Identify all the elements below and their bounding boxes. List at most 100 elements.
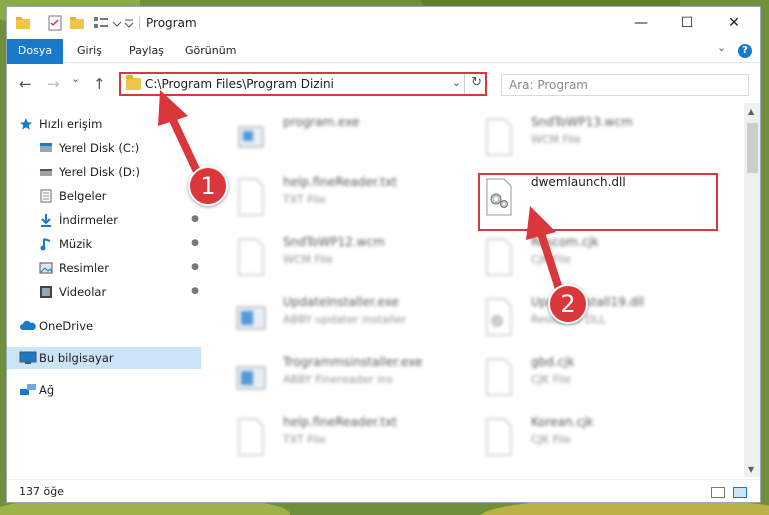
address-divider [464,74,465,94]
file-name: gbd.cjk [531,355,575,369]
sidebar-item-pictures[interactable]: Resimler ● [7,257,201,279]
pin-icon[interactable]: ● [191,238,199,248]
scroll-down-icon[interactable]: ▼ [748,465,754,474]
title-bar: Program — ☐ ✕ [7,7,760,39]
tab-home[interactable]: Giriş [67,39,112,63]
help-icon[interactable]: ? [738,44,752,58]
pin-icon[interactable]: ● [191,214,199,224]
sidebar-item-label: Bu bilgisayar [39,351,114,365]
file-item[interactable]: Rescom.cjk CJK File [483,233,723,285]
address-history-icon[interactable]: ⌄ [452,76,461,89]
file-type: ABBY Finereader ins [283,373,393,386]
step-2-badge: 2 [548,284,588,324]
network-icon [20,384,36,395]
sidebar-item-label: Videolar [59,285,107,299]
music-icon [40,238,51,251]
ribbon-tabs: Dosya Giriş Paylaş Görünüm ⌄ ? [7,39,760,91]
file-type: TXT File [283,433,326,446]
new-folder-icon[interactable] [69,15,85,31]
recent-locations-icon[interactable]: ⌄ [71,72,80,85]
forward-button[interactable]: → [47,75,60,93]
folder-icon [15,15,31,31]
cloud-icon [20,320,36,330]
navigation-pane: Hızlı erişim Yerel Disk (C:) Yerel Disk … [7,103,205,475]
maximize-button[interactable]: ☐ [664,7,710,39]
sidebar-item-label: Yerel Disk (D:) [59,165,141,179]
text-file-icon [238,178,264,216]
sidebar-item-label: İndirmeler [59,213,118,227]
file-list: program.exe SndToWP13.wcm WCM File help.… [207,103,743,475]
file-item[interactable]: UpdateInstaller.exe ABBY updater install… [235,293,475,345]
back-button[interactable]: ← [19,75,32,93]
sidebar-item-label: Belgeler [59,189,107,203]
customize-toolbar-icon[interactable] [111,15,123,31]
ribbon-expand-icon[interactable]: ⌄ [717,41,726,54]
tab-view[interactable]: Görünüm [175,39,246,63]
file-type: CJK File [531,253,572,266]
file-item[interactable]: gbd.cjk CJK File [483,353,723,405]
scrollbar-thumb[interactable] [747,123,758,173]
search-input[interactable]: Ara: Program [501,74,749,96]
sidebar-item-videos[interactable]: Videolar ● [7,281,201,303]
file-item[interactable]: SndToWP13.wcm WCM File [483,113,723,165]
large-icons-view-icon[interactable] [733,487,747,498]
file-item[interactable]: help.fineReader.txt TXT File [235,173,475,225]
file-type: TXT File [283,193,326,206]
sidebar-item-music[interactable]: Müzik ● [7,233,201,255]
sidebar-item-documents[interactable]: Belgeler ● [7,185,201,207]
file-item[interactable]: Korean.cjk CJK File [483,413,723,465]
text-file-icon [238,418,264,456]
document-icon [486,118,512,156]
minimize-button[interactable]: — [618,7,664,39]
sidebar-item-label: Yerel Disk (C:) [59,141,140,155]
sidebar-item-this-pc[interactable]: Bu bilgisayar [7,347,201,369]
tab-share[interactable]: Paylaş [119,39,174,63]
vertical-scrollbar[interactable]: ▲ ▼ [744,103,760,477]
file-item[interactable]: Trogrammsinstaller.exe ABBY Finereader i… [235,353,475,405]
sidebar-item-onedrive[interactable]: OneDrive [7,315,201,337]
sidebar-item-drive-d[interactable]: Yerel Disk (D:) [7,161,201,183]
file-name: program.exe [283,115,360,129]
file-item[interactable]: program.exe [235,113,475,165]
document-icon [486,358,512,396]
videos-icon [40,286,52,298]
up-button[interactable]: ↑ [93,75,106,93]
sidebar-item-quick-access[interactable]: Hızlı erişim [7,113,201,135]
details-view-icon[interactable] [711,487,725,498]
scroll-up-icon[interactable]: ▲ [748,107,754,116]
file-name: SndToWP13.wcm [531,115,633,129]
sidebar-item-label: Resimler [59,261,109,275]
close-button[interactable]: ✕ [711,7,757,39]
file-type: CJK File [531,373,572,386]
star-icon [20,118,32,130]
title-separator [139,16,140,30]
file-item[interactable]: help.fineReader.txt TXT File [235,413,475,465]
properties-icon[interactable] [47,15,63,31]
window-title: Program [146,16,197,30]
drive-icon [40,169,52,176]
file-name: help.fineReader.txt [283,175,397,189]
navigation-bar: ← → ⌄ ↑ C:\Program Files\Program Dizini … [7,64,760,102]
quick-access-dropdown-icon[interactable] [123,15,135,31]
address-path[interactable]: C:\Program Files\Program Dizini [145,77,334,91]
pin-icon[interactable]: ● [191,262,199,272]
file-item[interactable]: UpdateInstall19.dll Resource DLL [483,293,723,345]
file-name: help.fineReader.txt [283,415,397,429]
file-item[interactable]: SndToWP12.wcm WCM File [235,233,475,285]
sidebar-item-label: OneDrive [39,319,94,333]
refresh-icon[interactable]: ↻ [471,75,482,90]
sidebar-item-drive-c[interactable]: Yerel Disk (C:) [7,137,201,159]
pin-icon[interactable]: ● [191,286,199,296]
file-name: UpdateInstaller.exe [283,295,399,309]
sidebar-item-downloads[interactable]: İndirmeler ● [7,209,201,231]
item-count: 137 öğe [19,485,64,498]
download-icon [41,214,51,227]
file-type: WCM File [531,133,581,146]
view-options-icon[interactable] [93,15,109,31]
search-placeholder: Ara: Program [509,78,588,92]
file-name: Rescom.cjk [531,235,599,249]
sidebar-item-network[interactable]: Ağ [7,379,201,401]
executable-icon [236,366,266,390]
executable-icon [238,126,264,148]
address-bar[interactable]: C:\Program Files\Program Dizini ⌄ ↻ [119,72,487,96]
